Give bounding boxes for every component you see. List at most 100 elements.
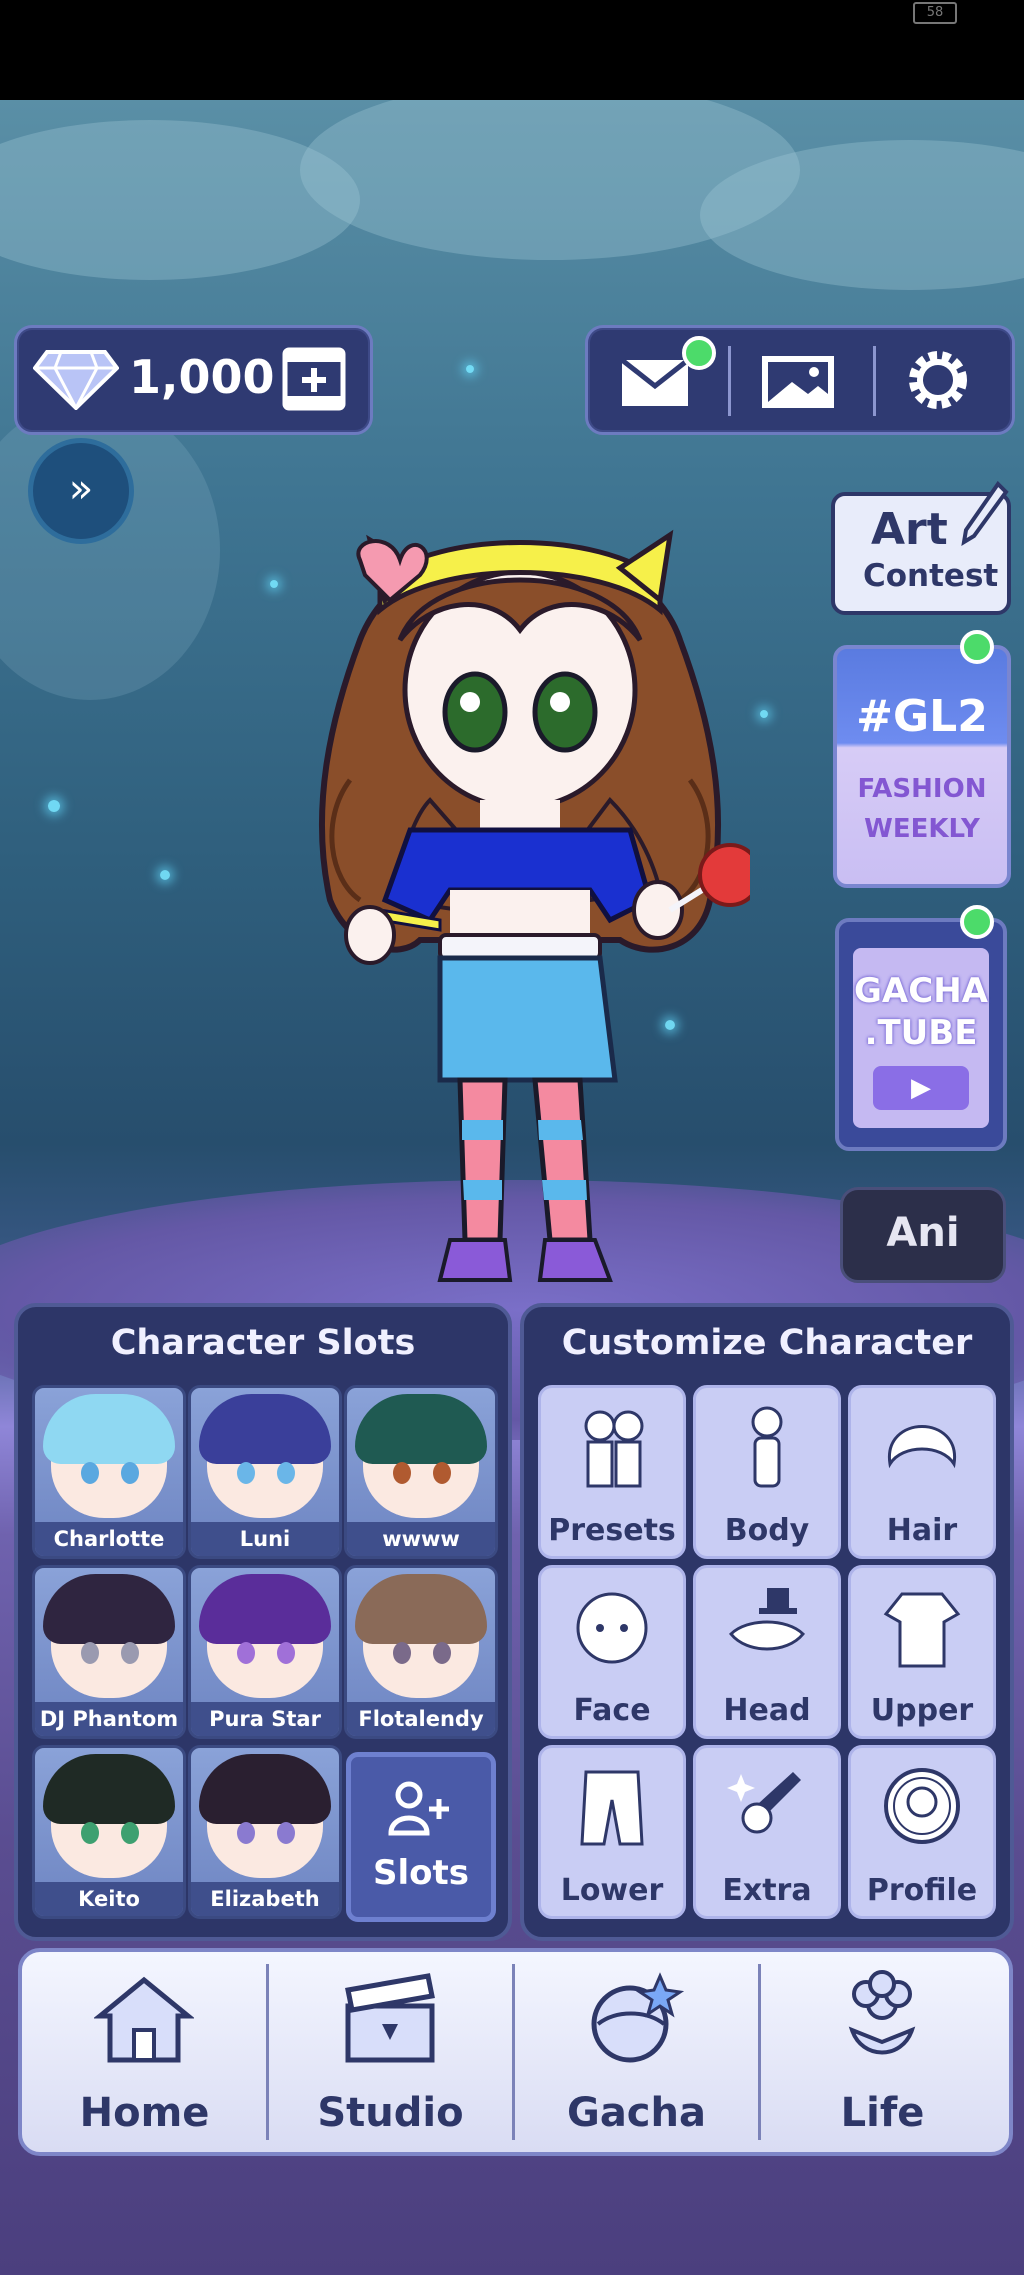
customize-upper-button[interactable]: Upper	[848, 1565, 996, 1739]
sparkle	[270, 580, 278, 588]
nav-studio[interactable]: Studio	[268, 1952, 513, 2152]
lower-icon	[580, 1770, 644, 1846]
nav-divider	[266, 1964, 269, 2140]
profile-icon	[884, 1768, 960, 1844]
divider	[873, 346, 876, 416]
slot-eye	[81, 1642, 99, 1664]
body-icon	[751, 1406, 783, 1488]
notification-dot	[960, 905, 994, 939]
fashion-weekly-event-button[interactable]: #GL2 FASHION WEEKLY	[833, 645, 1011, 888]
slot-eye	[277, 1462, 295, 1484]
gacha-tube-button[interactable]: GACHA .TUBE ▶	[835, 918, 1007, 1151]
character-slot[interactable]: Charlotte	[32, 1385, 186, 1559]
slot-eye	[237, 1822, 255, 1844]
presets-icon	[584, 1410, 644, 1488]
nav-label: Home	[79, 2090, 210, 2136]
play-icon: ▶	[873, 1066, 969, 1110]
nav-home[interactable]: Home	[22, 1952, 267, 2152]
home-icon	[94, 1976, 194, 2063]
customize-character-title: Customize Character	[561, 1323, 973, 1363]
flower-icon	[848, 1970, 916, 2055]
gacha-tube-title-line2: .TUBE	[864, 1013, 978, 1053]
nav-label: Gacha	[566, 2090, 706, 2136]
clapperboard-icon	[345, 1973, 435, 2063]
settings-icon[interactable]	[902, 344, 974, 416]
slot-hair	[199, 1754, 331, 1824]
expand-menu-button[interactable]: »	[28, 438, 134, 544]
character-avatar[interactable]	[290, 480, 750, 1300]
character-slot[interactable]: DJ Phantom	[32, 1565, 186, 1739]
status-bar: 58	[0, 0, 1024, 100]
divider	[728, 346, 731, 416]
slot-hair	[43, 1574, 175, 1644]
customize-label: Head	[723, 1693, 811, 1728]
slot-hair	[43, 1394, 175, 1464]
add-gems-icon[interactable]	[281, 346, 347, 412]
customize-profile-button[interactable]: Profile	[848, 1745, 996, 1919]
nav-label: Studio	[317, 2090, 464, 2136]
gacha-tube-title-line1: GACHA	[854, 971, 988, 1011]
character-slot[interactable]: Flotalendy	[344, 1565, 498, 1739]
nav-gacha[interactable]: Gacha	[514, 1952, 759, 2152]
customize-label: Hair	[886, 1513, 958, 1548]
customize-face-button[interactable]: Face	[538, 1565, 686, 1739]
bottom-navigation: Home Studio Gacha Life	[18, 1948, 1013, 2156]
slot-hair	[355, 1394, 487, 1464]
event-tag: #GL2	[856, 691, 988, 742]
add-slots-button[interactable]: Slots	[346, 1752, 496, 1922]
customize-label: Lower	[560, 1873, 664, 1908]
character-slots-title: Character Slots	[110, 1323, 416, 1363]
slot-name: Charlotte	[35, 1522, 183, 1556]
sparkle	[160, 870, 170, 880]
customize-body-button[interactable]: Body	[693, 1385, 841, 1559]
notification-dot	[682, 336, 716, 370]
pencil-icon	[961, 480, 1009, 546]
character-slots-panel: Character Slots Charlotte Luni wwww DJ Phan…	[14, 1303, 512, 1941]
nav-divider	[758, 1964, 761, 2140]
slot-name: Keito	[35, 1882, 183, 1916]
gem-amount: 1,000	[129, 350, 275, 404]
slot-name: Pura Star	[191, 1702, 339, 1736]
slot-eye	[433, 1642, 451, 1664]
slot-hair	[199, 1394, 331, 1464]
slot-eye	[81, 1822, 99, 1844]
face-icon	[576, 1592, 648, 1664]
character-slot[interactable]: Pura Star	[188, 1565, 342, 1739]
event-title-line2: WEEKLY	[864, 814, 980, 844]
customize-label: Extra	[722, 1873, 812, 1908]
character-slot[interactable]: Luni	[188, 1385, 342, 1559]
customize-label: Presets	[548, 1513, 676, 1548]
character-slot[interactable]: Keito	[32, 1745, 186, 1919]
gallery-icon[interactable]	[758, 352, 838, 412]
customize-character-panel: Customize Character Presets Body Hair Face H…	[520, 1303, 1014, 1941]
customize-presets-button[interactable]: Presets	[538, 1385, 686, 1559]
art-contest-subtitle: Contest	[863, 558, 999, 594]
upper-icon	[883, 1592, 961, 1668]
customize-lower-button[interactable]: Lower	[538, 1745, 686, 1919]
slot-hair	[43, 1754, 175, 1824]
customize-hair-button[interactable]: Hair	[848, 1385, 996, 1559]
slots-button-label: Slots	[373, 1853, 469, 1893]
gacha-icon	[591, 1972, 685, 2063]
slot-name: DJ Phantom	[35, 1702, 183, 1736]
character-slot[interactable]: wwww	[344, 1385, 498, 1559]
slot-eye	[433, 1462, 451, 1484]
sparkle	[48, 800, 60, 812]
slot-eye	[277, 1642, 295, 1664]
customize-head-button[interactable]: Head	[693, 1565, 841, 1739]
slot-eye	[237, 1462, 255, 1484]
battery-indicator: 58	[913, 2, 957, 24]
animation-button[interactable]: Ani	[840, 1187, 1006, 1283]
notification-dot	[960, 630, 994, 664]
gem-counter[interactable]: 1,000	[14, 325, 373, 435]
customize-extra-button[interactable]: Extra	[693, 1745, 841, 1919]
customize-label: Profile	[866, 1873, 978, 1908]
slot-eye	[121, 1642, 139, 1664]
slot-hair	[199, 1574, 331, 1644]
slot-name: Elizabeth	[191, 1882, 339, 1916]
slot-name: Flotalendy	[347, 1702, 495, 1736]
nav-life[interactable]: Life	[760, 1952, 1005, 2152]
cloud	[0, 120, 360, 280]
sparkle	[760, 710, 768, 718]
character-slot[interactable]: Elizabeth	[188, 1745, 342, 1919]
